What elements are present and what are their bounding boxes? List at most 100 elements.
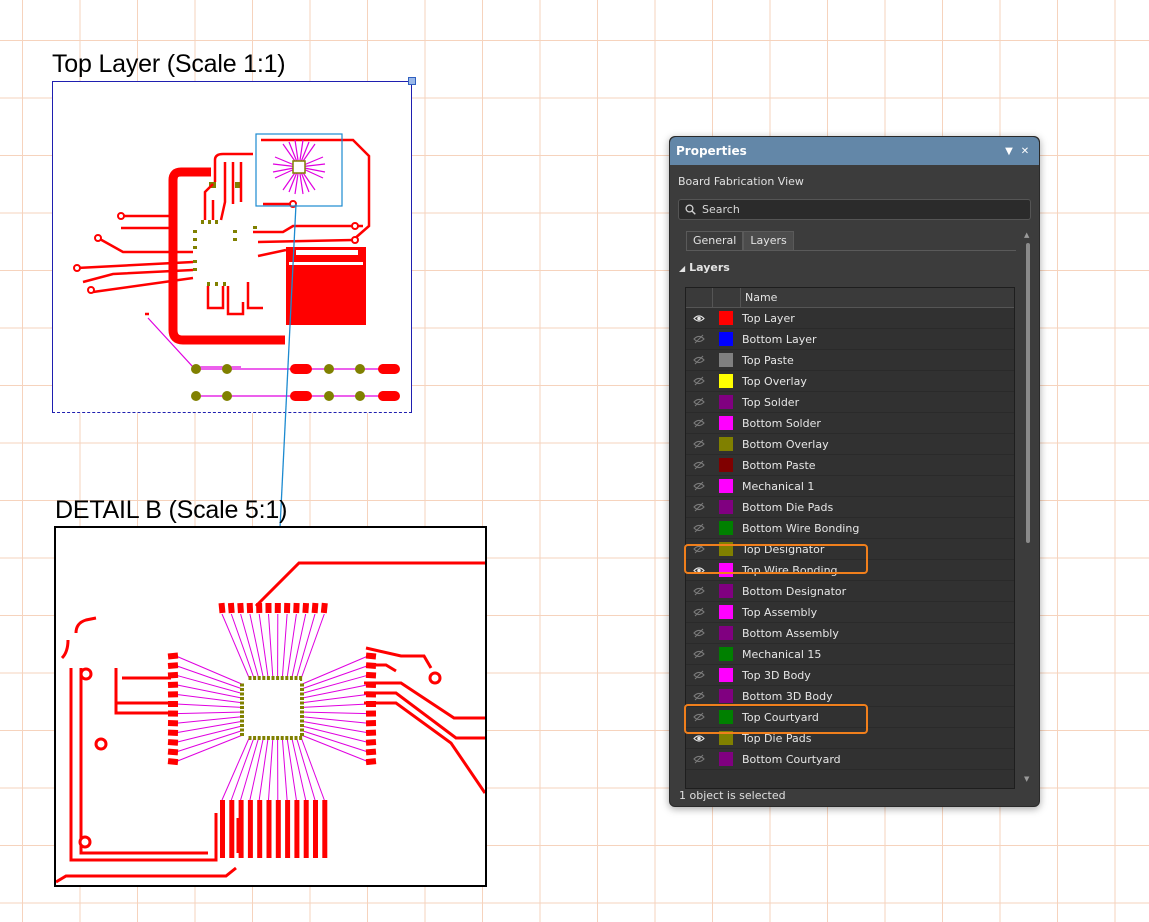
layer-row[interactable]: Top Solder [686,392,1014,413]
layer-color-swatch[interactable] [712,584,739,598]
scroll-up-icon[interactable]: ▲ [1024,231,1029,239]
panel-menu-icon[interactable]: ▼ [1001,146,1017,157]
layer-name: Top Solder [742,395,800,409]
tab-general[interactable]: General [686,231,744,250]
eye-hidden-icon[interactable] [686,502,712,512]
eye-hidden-icon[interactable] [686,397,712,407]
layer-row[interactable]: Bottom Die Pads [686,497,1014,518]
detail-view-title: DETAIL B (Scale 5:1) [55,496,288,524]
layer-name: Top Assembly [742,605,818,619]
layer-row[interactable]: Bottom Solder [686,413,1014,434]
layer-row[interactable]: Top Paste [686,350,1014,371]
color-swatch [718,374,733,388]
collapse-triangle-icon[interactable]: ◢ [679,264,685,273]
layer-row[interactable]: Bottom Designator [686,581,1014,602]
eye-icon[interactable] [686,734,712,743]
layer-color-swatch[interactable] [712,521,739,535]
eye-hidden-icon[interactable] [686,523,712,533]
color-column-header[interactable] [713,288,741,307]
color-swatch [718,689,733,703]
eye-hidden-icon[interactable] [686,628,712,638]
layer-color-swatch[interactable] [712,374,739,388]
eye-hidden-icon[interactable] [686,649,712,659]
layer-row[interactable]: Top Assembly [686,602,1014,623]
layer-color-swatch[interactable] [712,647,739,661]
color-swatch [718,353,733,367]
panel-header: Properties ▼ ✕ [670,137,1039,165]
layer-rows: Top Layer Bottom Layer Top Paste Top Overla… [686,308,1014,770]
layer-row[interactable]: Bottom Overlay [686,434,1014,455]
eye-icon[interactable] [686,314,712,323]
layer-row[interactable]: Top 3D Body [686,665,1014,686]
layer-name: Bottom Layer [742,332,817,346]
eye-hidden-icon[interactable] [686,334,712,344]
layer-color-swatch[interactable] [712,752,739,766]
layer-row[interactable]: Bottom Wire Bonding [686,518,1014,539]
layers-section-header[interactable]: ◢ Layers [670,251,1039,277]
layer-row[interactable]: Bottom Layer [686,329,1014,350]
layer-color-swatch[interactable] [712,353,739,367]
color-swatch [718,479,733,493]
layer-color-swatch[interactable] [712,605,739,619]
color-swatch [718,500,733,514]
eye-hidden-icon[interactable] [686,376,712,386]
layer-row[interactable]: Bottom Assembly [686,623,1014,644]
layer-color-swatch[interactable] [712,332,739,346]
layer-name: Top Paste [742,353,794,367]
color-swatch [718,584,733,598]
properties-panel: Properties ▼ ✕ Board Fabrication View Se… [669,136,1040,807]
layer-name: Top Overlay [742,374,807,388]
layer-row[interactable]: Mechanical 1 [686,476,1014,497]
layer-color-swatch[interactable] [712,437,739,451]
scroll-down-icon[interactable]: ▼ [1024,775,1029,783]
eye-hidden-icon[interactable] [686,439,712,449]
tab-layers[interactable]: Layers [743,231,794,250]
table-header: Name [686,288,1014,308]
detail-b-view[interactable] [54,526,487,887]
eye-hidden-icon[interactable] [686,460,712,470]
layer-name: Bottom Overlay [742,437,829,451]
vertical-scrollbar[interactable]: ▲ ▼ [1023,231,1032,783]
layer-color-swatch[interactable] [712,416,739,430]
layer-color-swatch[interactable] [712,668,739,682]
layer-color-swatch[interactable] [712,626,739,640]
layer-name: Bottom Die Pads [742,500,834,514]
layer-name: Mechanical 15 [742,647,822,661]
layer-color-swatch[interactable] [712,479,739,493]
top-view-title: Top Layer (Scale 1:1) [52,50,286,78]
status-text: 1 object is selected [679,789,786,802]
layer-color-swatch[interactable] [712,689,739,703]
layer-color-swatch[interactable] [712,458,739,472]
eye-hidden-icon[interactable] [686,481,712,491]
layer-row[interactable]: Top Layer [686,308,1014,329]
layer-color-swatch[interactable] [712,311,739,325]
panel-subtitle: Board Fabrication View [678,175,804,188]
top-layer-view[interactable] [52,81,412,413]
color-swatch [718,437,733,451]
layer-row[interactable]: Bottom Courtyard [686,749,1014,770]
color-swatch [718,752,733,766]
eye-hidden-icon[interactable] [686,670,712,680]
eye-hidden-icon[interactable] [686,691,712,701]
close-icon[interactable]: ✕ [1017,146,1033,157]
selection-handle[interactable] [408,77,416,85]
panel-title: Properties [676,144,747,158]
name-column-header[interactable]: Name [741,291,777,304]
layer-color-swatch[interactable] [712,395,739,409]
layer-row[interactable]: Top Overlay [686,371,1014,392]
layer-color-swatch[interactable] [712,500,739,514]
eye-hidden-icon[interactable] [686,754,712,764]
search-input[interactable]: Search [678,199,1031,220]
color-swatch [718,605,733,619]
visibility-column-header[interactable] [686,288,713,307]
section-title: Layers [689,261,730,274]
layer-row[interactable]: Bottom Paste [686,455,1014,476]
color-swatch [718,668,733,682]
layer-name: Bottom Solder [742,416,821,430]
eye-hidden-icon[interactable] [686,607,712,617]
layer-row[interactable]: Mechanical 15 [686,644,1014,665]
eye-hidden-icon[interactable] [686,355,712,365]
scroll-thumb[interactable] [1026,243,1030,543]
eye-hidden-icon[interactable] [686,418,712,428]
eye-hidden-icon[interactable] [686,586,712,596]
